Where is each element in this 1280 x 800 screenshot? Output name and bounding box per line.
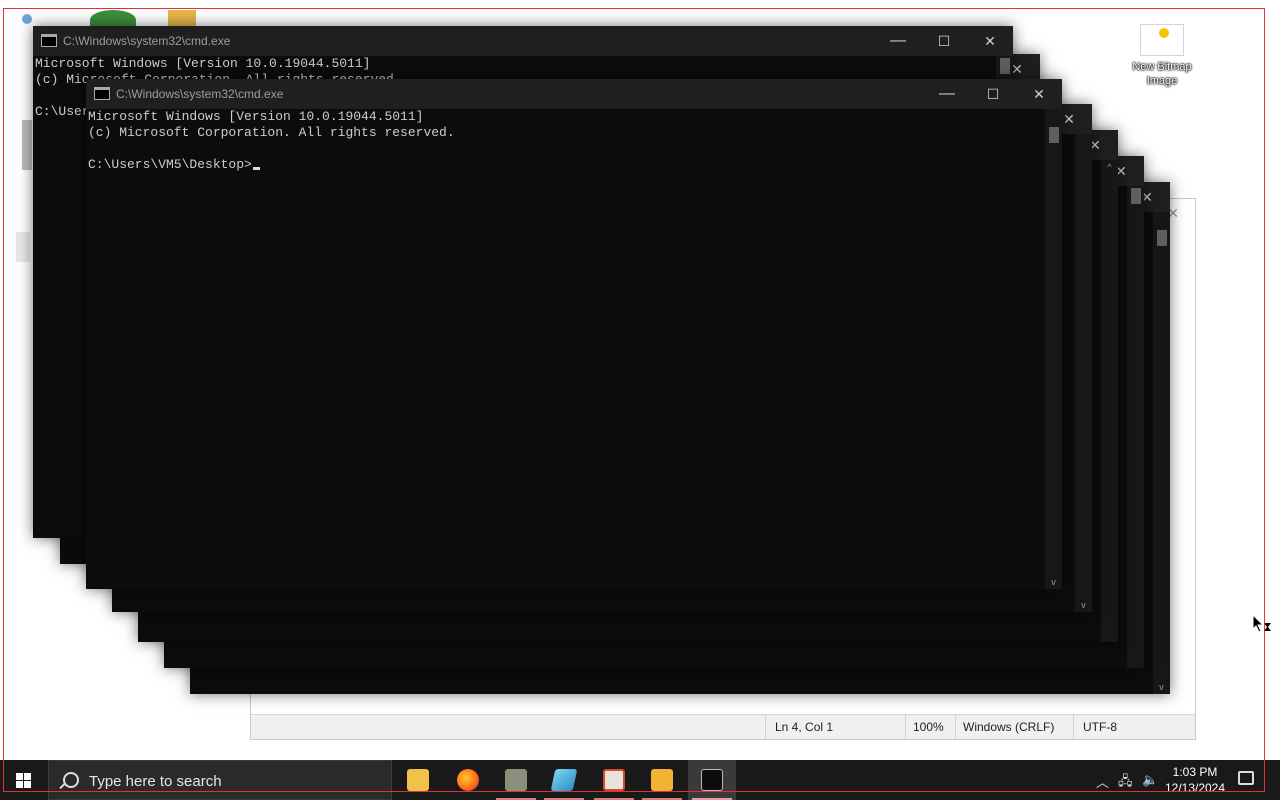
scrollbar-thumb[interactable] [1157, 230, 1167, 246]
media-player-icon [651, 769, 673, 791]
taskbar-media-player[interactable] [638, 760, 686, 800]
clock-date: 12/13/2024 [1164, 781, 1226, 795]
network-icon[interactable]: 🖧 [1118, 772, 1133, 794]
console-output[interactable]: Microsoft Windows [Version 10.0.19044.50… [88, 109, 1042, 589]
start-button[interactable] [0, 760, 48, 800]
taskbar-app-5[interactable] [590, 760, 638, 800]
vertical-scrollbar[interactable] [1178, 199, 1195, 698]
scroll-up-icon[interactable]: ^ [1103, 162, 1116, 172]
taskbar-app-4[interactable] [540, 760, 588, 800]
vertical-scrollbar[interactable]: v [1075, 134, 1092, 612]
speaker-muted-icon[interactable]: 🔈 [1142, 772, 1158, 788]
taskbar-app-3[interactable] [492, 760, 540, 800]
firefox-icon [457, 769, 479, 791]
notification-icon[interactable] [1238, 771, 1254, 785]
vertical-scrollbar[interactable]: ^ [1101, 160, 1118, 642]
taskbar-search-box[interactable]: Type here to search [48, 760, 392, 800]
close-button[interactable]: ✕ [1016, 79, 1062, 109]
taskbar-clock[interactable]: 1:03 PM 12/13/2024 [1164, 764, 1226, 796]
cmd-icon [41, 34, 57, 47]
status-bar: Ln 4, Col 1 100% Windows (CRLF) UTF-8 [251, 714, 1195, 739]
app-icon [505, 769, 527, 791]
cmd-window-front[interactable]: C:\Windows\system32\cmd.exe — ☐ ✕ Micros… [86, 79, 1062, 589]
windows-logo-icon [16, 773, 32, 788]
scroll-down-icon[interactable]: v [1155, 682, 1168, 692]
console-line: Microsoft Windows [Version 10.0.19044.50… [35, 56, 371, 71]
cmd-icon [701, 769, 723, 791]
status-position: Ln 4, Col 1 [775, 720, 834, 734]
window-title: C:\Windows\system32\cmd.exe [116, 87, 284, 101]
maximize-button[interactable]: ☐ [921, 26, 967, 56]
search-placeholder: Type here to search [89, 773, 222, 790]
taskbar-file-explorer[interactable] [394, 760, 442, 800]
search-icon [63, 772, 79, 788]
window-title: C:\Windows\system32\cmd.exe [63, 34, 231, 48]
minimize-button[interactable]: — [875, 26, 921, 56]
scrollbar-thumb[interactable] [1049, 127, 1059, 143]
vertical-scrollbar[interactable]: v [1153, 212, 1170, 694]
scrollbar-thumb[interactable] [1000, 58, 1010, 74]
vertical-scrollbar[interactable]: v [1045, 109, 1062, 589]
busy-cursor-icon [1252, 614, 1271, 633]
file-icon[interactable] [16, 232, 30, 262]
title-bar[interactable]: C:\Windows\system32\cmd.exe — ☐ ✕ [86, 79, 1062, 109]
scrollbar-thumb[interactable] [1131, 188, 1141, 204]
console-prompt: C:\Users\VM5\Desktop> [88, 157, 252, 172]
taskbar-command-prompt[interactable] [688, 760, 736, 800]
taskbar-firefox[interactable] [444, 760, 492, 800]
text-cursor [252, 167, 260, 170]
status-encoding: UTF-8 [1083, 720, 1117, 734]
maximize-button[interactable]: ☐ [970, 79, 1016, 109]
close-button[interactable]: ✕ [967, 26, 1013, 56]
scroll-down-icon[interactable]: v [1077, 600, 1090, 610]
cmd-icon [94, 87, 110, 100]
console-line: Microsoft Windows [Version 10.0.19044.50… [88, 109, 424, 124]
desktop-icon-new-bitmap[interactable]: New Bitmap Image [1124, 20, 1200, 88]
vertical-scrollbar[interactable] [1127, 186, 1144, 668]
status-zoom: 100% [913, 720, 944, 734]
minimize-button[interactable]: — [924, 79, 970, 109]
horizontal-scrollbar[interactable] [251, 698, 1195, 715]
scroll-down-icon[interactable]: v [1047, 577, 1060, 587]
console-line: (c) Microsoft Corporation. All rights re… [88, 125, 455, 140]
status-line-ending: Windows (CRLF) [963, 720, 1055, 734]
recycle-bin-icon[interactable] [22, 14, 32, 24]
folder-icon [407, 769, 429, 791]
desktop-icon-label: New Bitmap Image [1132, 61, 1192, 87]
bitmap-file-icon [1140, 24, 1184, 56]
chevron-up-icon[interactable]: ︿ [1096, 772, 1109, 791]
document-icon[interactable] [22, 120, 32, 170]
app-icon [550, 769, 578, 791]
title-bar[interactable]: C:\Windows\system32\cmd.exe — ☐ ✕ [33, 26, 1013, 56]
app-icon [603, 769, 625, 791]
desktop-left-icons [0, 10, 36, 300]
taskbar: Type here to search ︿ 🖧 🔈 1:03 PM 12/13/… [0, 760, 1280, 800]
clock-time: 1:03 PM [1172, 765, 1218, 779]
